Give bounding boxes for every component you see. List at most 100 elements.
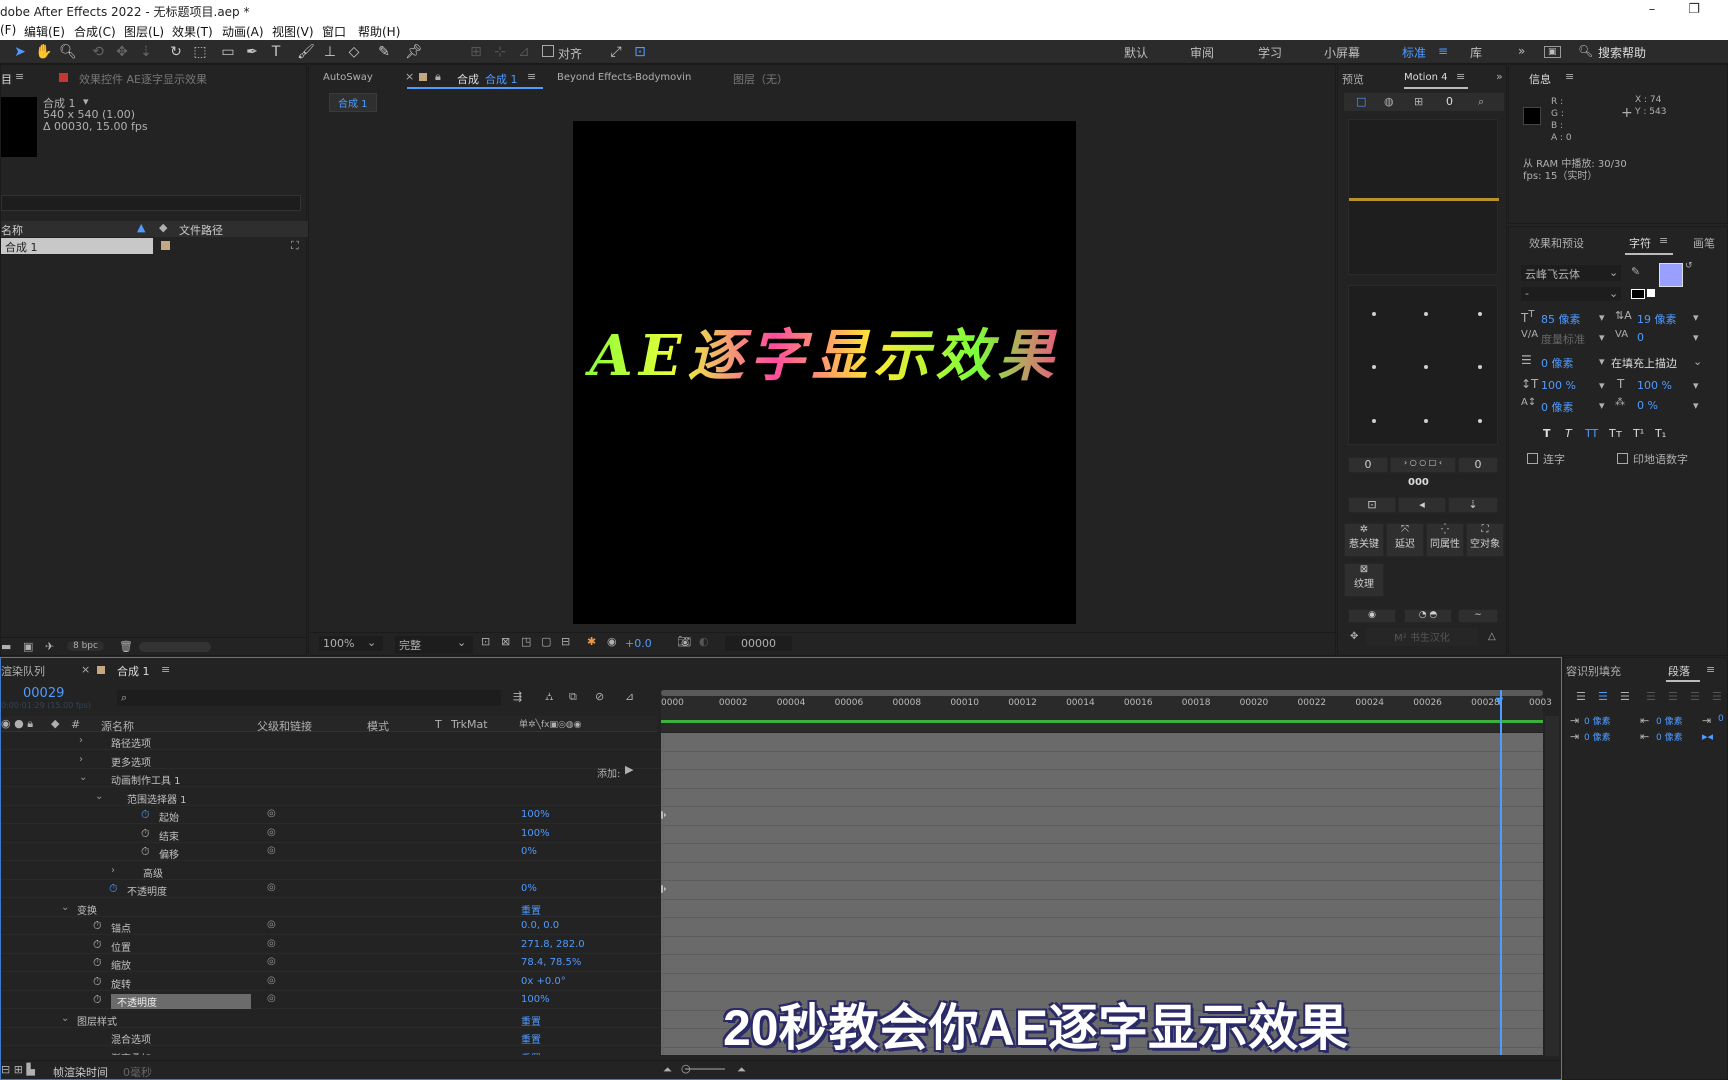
- fill-color-swatch[interactable]: [1659, 263, 1683, 287]
- comp-dropdown-icon[interactable]: ▾: [83, 95, 89, 108]
- hindi-digits-checkbox[interactable]: [1617, 453, 1628, 464]
- zoom-tool-icon[interactable]: 🔍︎: [58, 42, 78, 62]
- viewer-menu-icon[interactable]: ≡: [527, 70, 536, 83]
- tracking-value[interactable]: 0: [1637, 331, 1644, 344]
- composition-canvas[interactable]: AE逐字显示效果: [573, 121, 1076, 624]
- selection-tool-icon[interactable]: ➤: [10, 42, 30, 62]
- tab-bodymovin[interactable]: Beyond Effects-Bodymovin: [557, 72, 691, 83]
- expand-arrow-icon[interactable]: ⌄: [79, 772, 87, 783]
- more-workspaces-icon[interactable]: »: [1518, 44, 1525, 58]
- close-tab-icon[interactable]: ×: [405, 70, 414, 83]
- col-path[interactable]: 文件路径: [179, 222, 223, 238]
- rotate-tool-icon[interactable]: ↻: [166, 42, 186, 62]
- character-menu-icon[interactable]: ≡: [1659, 234, 1668, 247]
- all-caps-button[interactable]: TT: [1585, 427, 1598, 440]
- track-row[interactable]: [661, 955, 1543, 974]
- work-area-bar[interactable]: [661, 690, 1543, 696]
- layer-property-value[interactable]: 0.0, 0.0: [521, 920, 559, 931]
- small-caps-button[interactable]: Tт: [1609, 427, 1622, 440]
- tab-comp-timeline[interactable]: 合成 1: [117, 663, 150, 679]
- vscale-dropdown[interactable]: ▾: [1599, 379, 1605, 392]
- track-row[interactable]: [661, 733, 1543, 752]
- justify-left-icon[interactable]: ☰: [1646, 690, 1656, 703]
- snap-checkbox[interactable]: [542, 45, 554, 57]
- anchor-top-center[interactable]: [1424, 312, 1428, 316]
- align-left-icon[interactable]: ☰: [1576, 690, 1586, 703]
- layer-property-row[interactable]: › 路径选项: [1, 733, 661, 750]
- layer-property-row[interactable]: ⌄ 范围选择器 1: [1, 789, 661, 806]
- stroke-width-value[interactable]: 0 像素: [1541, 355, 1574, 371]
- stopwatch-icon[interactable]: ⏱: [141, 827, 150, 841]
- kerning-value[interactable]: 度量标准: [1541, 331, 1585, 347]
- layer-property-value[interactable]: 重置: [521, 1013, 541, 1028]
- track-row[interactable]: [661, 900, 1543, 918]
- delay-button[interactable]: ⤧ 延迟: [1386, 523, 1424, 557]
- brush-tool-icon[interactable]: 🖌︎: [296, 42, 316, 62]
- tab-preview[interactable]: 预览: [1342, 71, 1364, 87]
- motion-zero-value[interactable]: 0: [1446, 95, 1453, 108]
- layer-property-row[interactable]: ⏱ ◎ 旋转 0x +0.0°: [1, 974, 661, 991]
- mask-visibility-icon[interactable]: ◳: [521, 635, 531, 648]
- roi-icon[interactable]: ⊡: [481, 635, 490, 648]
- expand-arrow-icon[interactable]: ›: [79, 754, 83, 765]
- motion-circle-icon[interactable]: ◍: [1384, 95, 1394, 108]
- eraser-tool-icon[interactable]: ◇: [344, 42, 364, 62]
- stroke-width-dropdown[interactable]: ▾: [1599, 355, 1605, 368]
- tsume-value[interactable]: 0 %: [1637, 399, 1658, 412]
- frame-blending-icon[interactable]: ⊘: [595, 690, 604, 703]
- playhead[interactable]: [1499, 690, 1502, 1055]
- orbit-camera-icon[interactable]: ⟲: [88, 42, 108, 62]
- track-row[interactable]: [661, 881, 1543, 900]
- layer-property-row[interactable]: ⏱ ◎ 不透明度 0%: [1, 881, 661, 898]
- guides-icon[interactable]: ▢: [541, 635, 551, 648]
- workspace-default[interactable]: 默认: [1124, 44, 1148, 61]
- project-search-input[interactable]: [1, 195, 301, 211]
- expand-arrow-icon[interactable]: ⌄: [61, 902, 69, 913]
- transparency-grid-icon[interactable]: ⊠: [501, 635, 510, 648]
- swap-colors-icon[interactable]: ↺: [1685, 261, 1693, 271]
- layer-property-row[interactable]: › 更多选项: [1, 752, 661, 769]
- interpret-footage-icon[interactable]: ▬: [1, 640, 11, 653]
- pick-whip-icon[interactable]: ◎: [267, 975, 276, 986]
- justify-center-icon[interactable]: ☰: [1668, 690, 1678, 703]
- menu-edit[interactable]: 编辑(E): [24, 23, 65, 40]
- tracking-dropdown[interactable]: ▾: [1693, 331, 1699, 344]
- motion-grid-icon[interactable]: ⊞: [1414, 95, 1423, 108]
- layer-property-value[interactable]: 重置: [521, 1050, 541, 1056]
- layer-property-value[interactable]: 100%: [521, 994, 550, 1005]
- pan-camera-icon[interactable]: ✥: [112, 42, 132, 62]
- keyframe-button[interactable]: ✲ 惹关键: [1344, 523, 1384, 557]
- comp-breadcrumb[interactable]: 合成 1: [329, 93, 377, 112]
- track-row[interactable]: [661, 863, 1543, 881]
- baseline-dropdown[interactable]: ▾: [1599, 399, 1605, 412]
- layer-property-row[interactable]: 渐变叠加 重置: [1, 1048, 661, 1056]
- tab-paragraph[interactable]: 段落: [1668, 663, 1690, 679]
- layer-search-input[interactable]: ⌕: [117, 690, 501, 706]
- indent-right-value[interactable]: 0: [1718, 714, 1724, 724]
- pick-whip-icon[interactable]: ◎: [267, 938, 276, 949]
- zoom-in-icon[interactable]: ⏶: [737, 1063, 746, 1077]
- font-style-select[interactable]: - ⌄: [1521, 287, 1621, 301]
- pick-whip-icon[interactable]: ◎: [267, 919, 276, 930]
- snap-edge-icon[interactable]: ⤢: [606, 42, 626, 62]
- layer-property-row[interactable]: ⌄ 图层样式 重置: [1, 1011, 661, 1028]
- zoom-slider[interactable]: [685, 1068, 725, 1070]
- layer-property-value[interactable]: 重置: [521, 902, 541, 917]
- direction-icon[interactable]: ▸◂: [1702, 730, 1713, 743]
- 3d-view-icon[interactable]: ⊟: [561, 635, 570, 648]
- horizontal-scale-value[interactable]: 100 %: [1637, 379, 1672, 392]
- lock-icon[interactable]: 🔒︎: [435, 70, 441, 84]
- layer-property-value[interactable]: 0%: [521, 846, 537, 857]
- layer-property-value[interactable]: 100%: [521, 828, 550, 839]
- menu-effect[interactable]: 效果(T): [172, 23, 213, 40]
- anchor-bottom-left[interactable]: [1372, 419, 1376, 423]
- show-snapshot-icon[interactable]: ◐: [699, 635, 709, 648]
- anchor-top-left[interactable]: [1372, 312, 1376, 316]
- leading-value[interactable]: 19 像素: [1637, 311, 1677, 327]
- workspace-learn[interactable]: 学习: [1258, 44, 1282, 61]
- motion-square-icon[interactable]: □: [1356, 95, 1366, 108]
- motion-btn-b[interactable]: ◂: [1398, 497, 1446, 513]
- track-row[interactable]: [661, 770, 1543, 789]
- layer-property-row[interactable]: ⏱ ◎ 结束 100%: [1, 826, 661, 843]
- layer-property-row[interactable]: ⏱ ◎ 偏移 0%: [1, 844, 661, 861]
